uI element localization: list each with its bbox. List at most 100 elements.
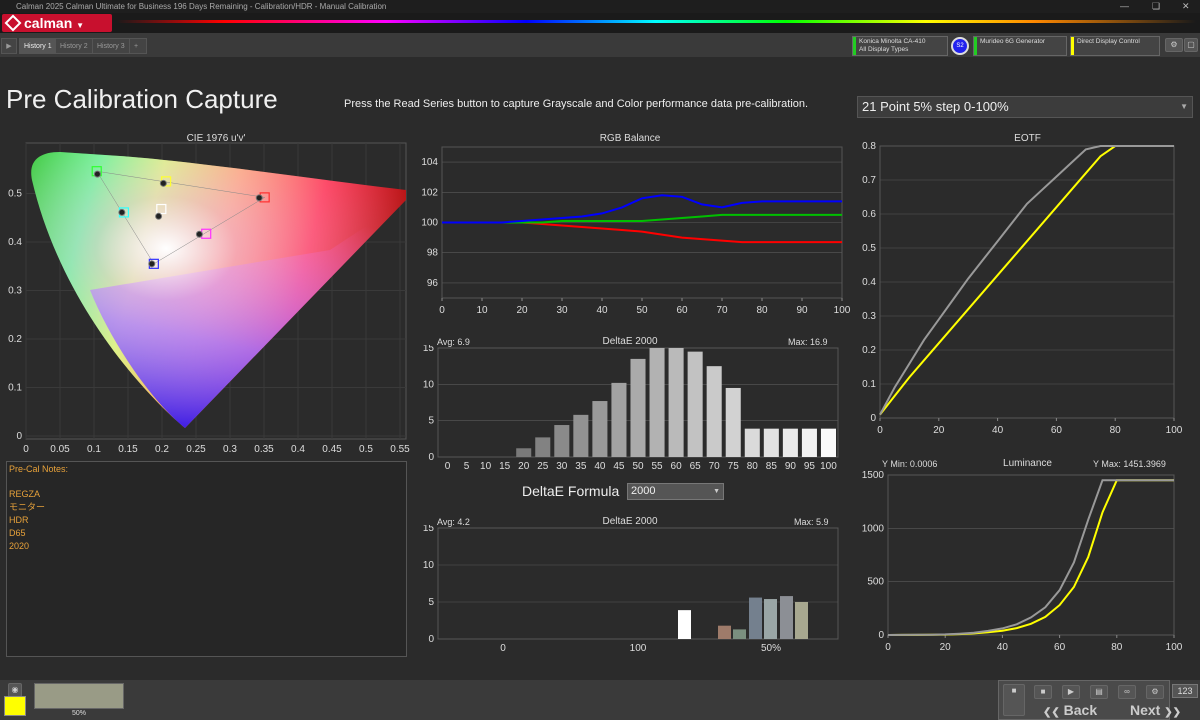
maximize-icon[interactable]: ❏ bbox=[1152, 0, 1160, 13]
degray-y-tick: 10 bbox=[423, 379, 435, 390]
notes-line: REGZA bbox=[9, 489, 41, 499]
eotf-y-tick: 0 bbox=[870, 413, 876, 424]
decolor-y-tick: 0 bbox=[428, 634, 434, 645]
next-button[interactable]: Next ❯❯ bbox=[1130, 702, 1181, 718]
play-icon[interactable]: ▶ bbox=[1, 38, 17, 54]
degray-bar bbox=[649, 348, 665, 457]
pattern-icon[interactable]: ■ bbox=[1003, 684, 1025, 716]
read-series-icon[interactable]: ▤ bbox=[1090, 685, 1108, 699]
gear-icon[interactable]: ⚙ bbox=[1165, 38, 1183, 52]
cie-x-tick: 0.45 bbox=[322, 444, 342, 455]
close-icon[interactable]: ✕ bbox=[1182, 0, 1190, 13]
eotf-chart: 0 0.1 0.2 0.3 0.4 0.5 0.6 0.7 0.8 0 20 40 60 80 100 bbox=[862, 142, 1183, 436]
meter-select[interactable]: Konica Minolta CA-410 All Display Types bbox=[852, 36, 948, 56]
decolor-x-tick: 50% bbox=[761, 643, 781, 654]
header-band bbox=[0, 13, 1200, 33]
instruction-text: Press the Read Series button to capture … bbox=[344, 98, 809, 110]
deltae-color-chart: 0 5 10 15 0 100 50% bbox=[423, 525, 839, 654]
degray-x-tick: 70 bbox=[709, 461, 721, 472]
series-select[interactable]: 21 Point 5% step 0-100% ▼ bbox=[857, 96, 1193, 118]
degray-x-tick: 60 bbox=[671, 461, 683, 472]
stop-icon[interactable]: ■ bbox=[1034, 685, 1052, 699]
pattern-swatch[interactable] bbox=[34, 683, 124, 709]
window-title: Calman 2025 Calman Ultimate for Business… bbox=[16, 2, 387, 11]
deltae-formula-label: DeltaE Formula bbox=[522, 483, 620, 499]
eye-icon[interactable]: ◉ bbox=[8, 683, 22, 697]
rgb-x-tick: 50 bbox=[636, 305, 648, 316]
lum-y-tick: 1500 bbox=[862, 470, 885, 481]
settings-icon[interactable]: ⚙ bbox=[1146, 685, 1164, 699]
notes-line: モニター bbox=[9, 502, 46, 512]
back-label: Back bbox=[1063, 702, 1098, 718]
cie-x-tick: 0.35 bbox=[254, 444, 274, 455]
cie-x-tick: 0.3 bbox=[223, 444, 237, 455]
degray-x-tick: 100 bbox=[820, 461, 837, 472]
eotf-x-tick: 40 bbox=[992, 425, 1004, 436]
rgb-x-tick: 30 bbox=[556, 305, 568, 316]
cie-measured-point bbox=[93, 170, 101, 178]
lum-x-tick: 40 bbox=[997, 642, 1009, 653]
lum-plot-area bbox=[887, 474, 1175, 636]
rgb-y-tick: 96 bbox=[427, 278, 439, 289]
page-title: Pre Calibration Capture bbox=[6, 84, 278, 114]
tab-history-2[interactable]: History 2 bbox=[55, 38, 93, 54]
degray-x-tick: 95 bbox=[804, 461, 816, 472]
decolor-bar bbox=[764, 599, 777, 639]
display-select[interactable]: Direct Display Control bbox=[1070, 36, 1160, 56]
cie-x-tick: 0.55 bbox=[390, 444, 410, 455]
rgb-x-tick: 90 bbox=[796, 305, 808, 316]
lum-y-tick: 500 bbox=[867, 577, 884, 588]
cie-y-tick: 0.1 bbox=[8, 383, 22, 394]
display-name: Direct Display Control bbox=[1077, 38, 1140, 45]
cie-measured-point bbox=[159, 179, 167, 187]
cie-measured-point bbox=[255, 194, 263, 202]
decolor-y-tick: 5 bbox=[428, 597, 434, 608]
degray-bar bbox=[573, 414, 589, 457]
rgb-y-tick: 104 bbox=[421, 157, 438, 168]
degray-x-tick: 75 bbox=[728, 461, 740, 472]
degray-bar bbox=[782, 428, 798, 457]
minimize-icon[interactable]: — bbox=[1120, 0, 1129, 13]
counter-badge[interactable]: 123 bbox=[1172, 684, 1198, 698]
rgb-y-tick: 98 bbox=[427, 248, 439, 259]
decolor-bar bbox=[795, 602, 808, 639]
rgb-x-tick: 80 bbox=[756, 305, 768, 316]
eotf-y-tick: 0.3 bbox=[862, 311, 876, 322]
eotf-y-tick: 0.6 bbox=[862, 209, 876, 220]
decolor-x-tick: 0 bbox=[500, 643, 506, 654]
loop-icon[interactable]: ∞ bbox=[1118, 685, 1136, 699]
generator-status-bar bbox=[974, 37, 977, 55]
deltae-formula-select[interactable]: 2000 ▼ bbox=[627, 483, 724, 500]
rgb-x-tick: 100 bbox=[834, 305, 851, 316]
expand-icon[interactable]: ▢ bbox=[1184, 38, 1198, 52]
rgb-x-tick: 0 bbox=[439, 305, 445, 316]
degray-x-tick: 30 bbox=[556, 461, 568, 472]
tab-history-3[interactable]: History 3 bbox=[92, 38, 130, 54]
eotf-y-tick: 0.1 bbox=[862, 379, 876, 390]
pattern-swatch-small[interactable] bbox=[4, 696, 26, 716]
degray-x-tick: 35 bbox=[575, 461, 587, 472]
degray-x-tick: 5 bbox=[464, 461, 470, 472]
luminance-chart: 0 500 1000 1500 0 20 40 60 80 100 bbox=[862, 470, 1183, 653]
back-button[interactable]: ❮❮ Back bbox=[1043, 702, 1097, 718]
degray-x-tick: 10 bbox=[480, 461, 492, 472]
eotf-y-tick: 0.8 bbox=[862, 142, 876, 152]
add-tab-icon[interactable]: + bbox=[129, 38, 147, 54]
tab-history-1[interactable]: History 1 bbox=[19, 38, 57, 54]
degray-y-tick: 5 bbox=[428, 416, 434, 427]
generator-select[interactable]: Murideo 6G Generator bbox=[973, 36, 1067, 56]
meter-badge[interactable]: S2 bbox=[951, 37, 969, 55]
notes-header: Pre-Cal Notes: bbox=[9, 464, 69, 474]
decolor-plot-area bbox=[437, 527, 839, 640]
degray-bar bbox=[744, 428, 760, 457]
calman-logo[interactable]: calman ▼ bbox=[2, 14, 112, 32]
degray-bar bbox=[611, 382, 627, 457]
cie-x-tick: 0.25 bbox=[186, 444, 206, 455]
degray-bar bbox=[820, 428, 836, 457]
series-select-value: 21 Point 5% step 0-100% bbox=[862, 99, 1009, 114]
degray-x-tick: 45 bbox=[613, 461, 625, 472]
play-icon[interactable]: ▶ bbox=[1062, 685, 1080, 699]
degray-x-tick: 50 bbox=[632, 461, 644, 472]
rgb-x-tick: 40 bbox=[596, 305, 608, 316]
notes-panel[interactable]: Pre-Cal Notes: REGZA モニター HDR D65 2020 bbox=[6, 461, 407, 657]
